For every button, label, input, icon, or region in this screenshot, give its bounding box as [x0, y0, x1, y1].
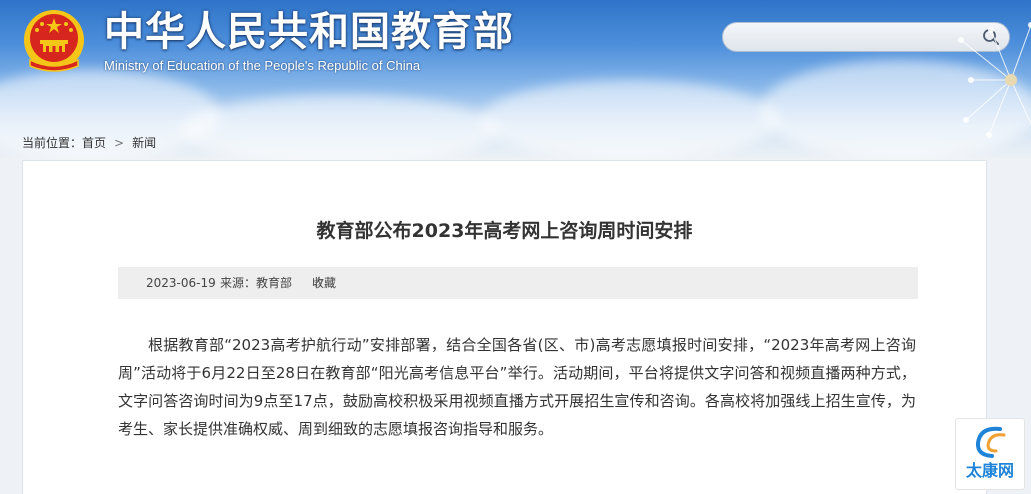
breadcrumb-separator: >: [114, 136, 125, 150]
watermark-swirl-icon: [975, 426, 1006, 458]
article-title: 教育部公布2023年高考网上咨询周时间安排: [316, 220, 693, 242]
favorite-label: 收藏: [312, 276, 337, 290]
article-date: 2023-06-19: [146, 276, 216, 290]
breadcrumb-prefix: 当前位置：: [22, 136, 83, 150]
article-container: 教育部公布2023年高考网上咨询周时间安排 2023-06-19 来源：教育部 …: [22, 160, 987, 494]
dandelion-decoration-icon: [958, 22, 1031, 138]
breadcrumb-current: 新闻: [132, 136, 157, 150]
article-meta-bar: 2023-06-19 来源：教育部 ☆ 收藏: [118, 267, 918, 299]
article-source: 来源：教育部: [220, 276, 293, 290]
article-body: 根据教育部“2023高考护航行动”安排部署，结合全国各省(区、市)高考志愿填报时…: [118, 336, 916, 438]
national-emblem-icon: [24, 10, 84, 72]
breadcrumb-home-link[interactable]: 首页: [82, 136, 106, 150]
breadcrumb: 当前位置：首页 > 新闻: [22, 135, 156, 151]
watermark-logo: 太康网: [955, 418, 1025, 490]
cloud-decoration: [480, 80, 780, 160]
watermark-text: 太康网: [965, 461, 1014, 480]
site-subtitle: Ministry of Education of the People's Re…: [104, 58, 421, 73]
cloud-decoration: [180, 95, 500, 160]
site-title: 中华人民共和国教育部: [104, 9, 514, 55]
